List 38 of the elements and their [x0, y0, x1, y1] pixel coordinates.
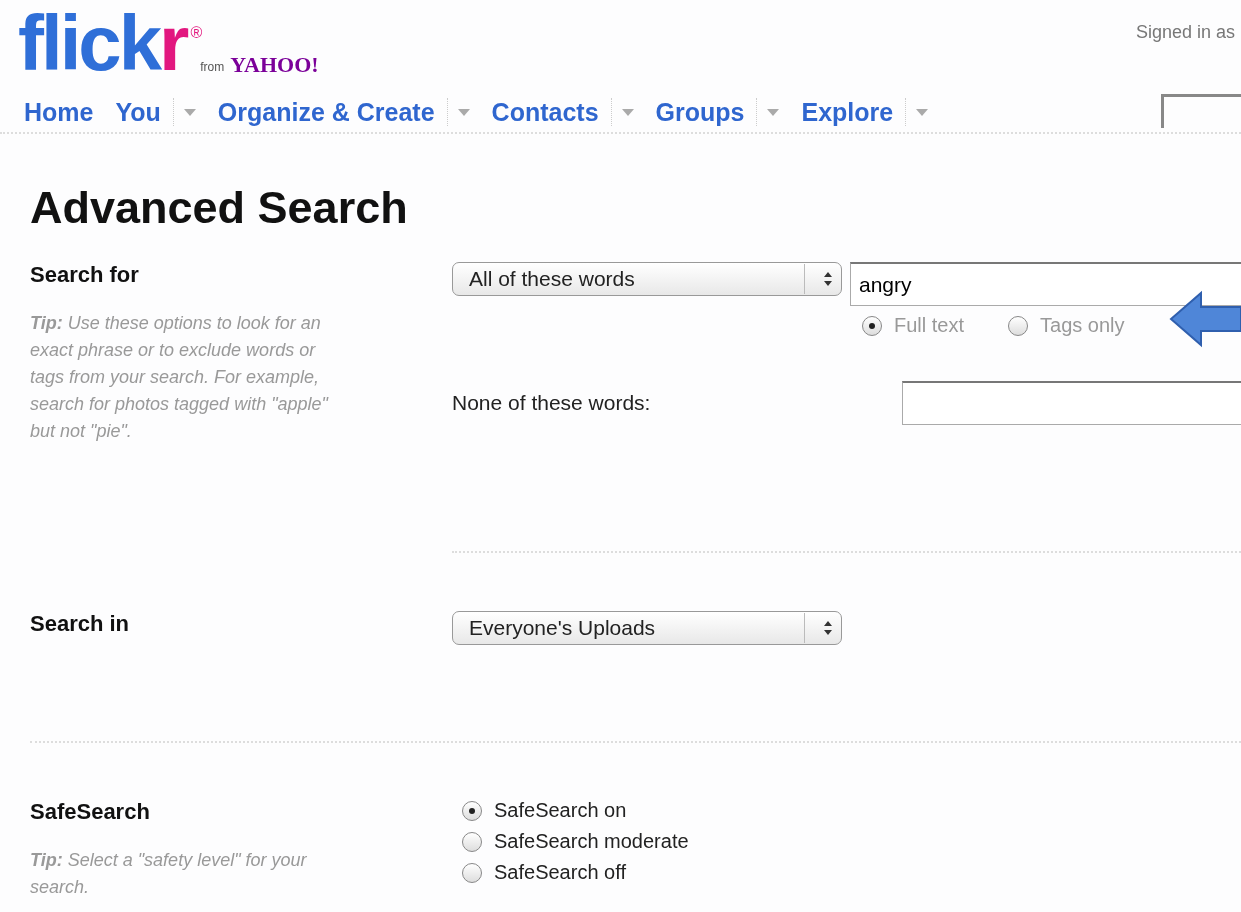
field-label: None of these words:	[452, 391, 651, 415]
nav-link[interactable]: Organize & Create	[217, 97, 435, 127]
stepper-icon	[823, 271, 833, 287]
option-label[interactable]: Full text	[894, 314, 965, 337]
search-field[interactable]: angry	[850, 262, 1241, 306]
radio-button[interactable]	[1008, 315, 1029, 336]
nav-link[interactable]: You	[115, 97, 161, 127]
option-label[interactable]: Tags only	[1040, 314, 1125, 337]
dropdown[interactable]: Everyone's Uploads	[452, 611, 842, 645]
nav-link[interactable]: Home	[24, 97, 94, 127]
caret-icon[interactable]	[621, 108, 634, 116]
caret-icon[interactable]	[767, 108, 780, 116]
arrow-icon	[1169, 290, 1241, 348]
page-title: Advanced Search	[30, 182, 409, 234]
section-label: SafeSearch	[30, 799, 151, 825]
option-label[interactable]: SafeSearch moderate	[494, 830, 689, 853]
search-field[interactable]	[1161, 94, 1241, 128]
section-label: Search in	[30, 611, 131, 637]
radio-button[interactable]	[862, 315, 882, 336]
logo[interactable]: flickr® from YAHOO!	[18, 10, 319, 78]
radio-button[interactable]	[462, 862, 482, 883]
caret-icon[interactable]	[916, 108, 929, 116]
nav-link[interactable]: Contacts	[491, 97, 599, 127]
radio-button[interactable]	[462, 831, 482, 852]
option-label[interactable]: SafeSearch off	[494, 861, 626, 884]
nav-link[interactable]: Groups	[655, 97, 745, 127]
dropdown[interactable]: All of these words	[452, 262, 842, 296]
section-label: Search for	[30, 262, 140, 288]
radio-button[interactable]	[462, 800, 482, 821]
option-label[interactable]: SafeSearch on	[494, 799, 627, 822]
stepper-icon	[823, 620, 833, 636]
tip-text: Tip: Select a "safety level" for your search.	[30, 849, 308, 899]
exclude-field[interactable]	[902, 381, 1241, 425]
caret-icon[interactable]	[183, 108, 196, 116]
caret-icon[interactable]	[457, 108, 470, 116]
signed-in-text: Signed in as	[1135, 22, 1235, 44]
tip-text: Tip: Use these options to look for an exact phrase or to exclude words or tags from your search. For example, search for photos tagged with "apple" but not "pie".	[30, 312, 330, 443]
nav-link[interactable]: Explore	[801, 97, 894, 127]
